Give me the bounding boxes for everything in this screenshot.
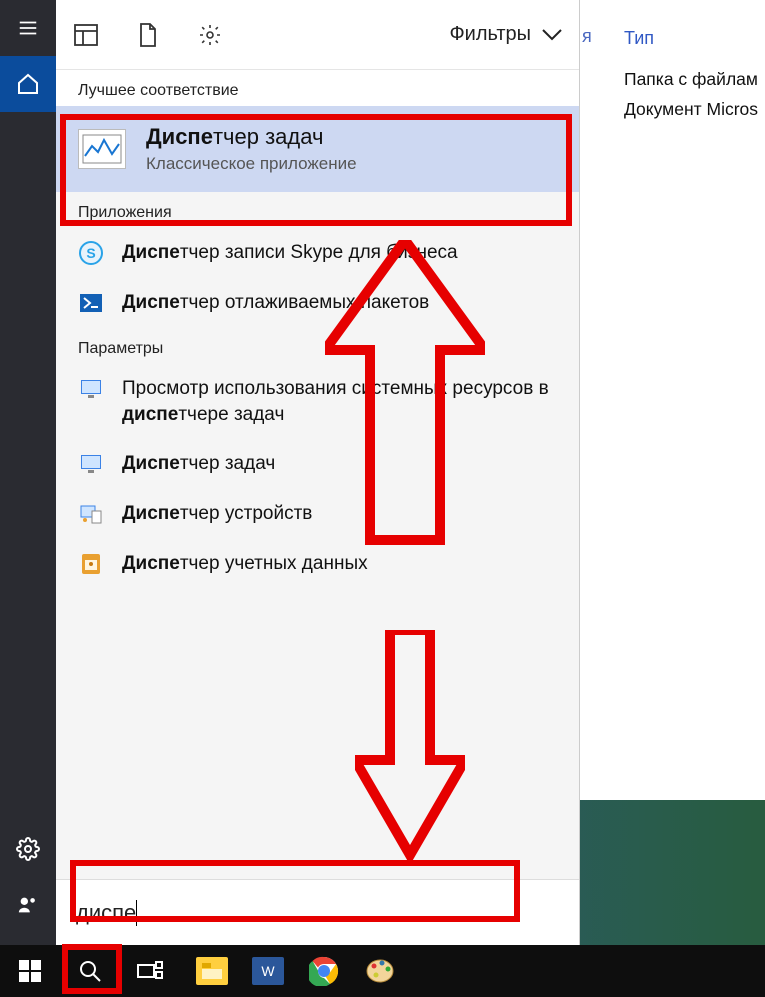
settings-result[interactable]: Просмотр использования системных ресурсо… [56, 364, 579, 439]
best-match-header: Лучшее соответствие [56, 70, 579, 106]
explorer-row[interactable]: Документ Micros [624, 94, 758, 124]
rail-menu-button[interactable] [0, 0, 56, 56]
search-button[interactable] [60, 945, 120, 997]
filters-dropdown[interactable]: Фильтры [449, 23, 563, 46]
search-box[interactable]: диспе [56, 879, 579, 945]
settings-result[interactable]: Диспетчер учетных данных [56, 539, 579, 589]
taskbar-app-chrome[interactable] [296, 945, 352, 997]
best-match-text: Диспетчер задач Классическое приложение [146, 124, 357, 174]
monitor-icon [78, 451, 104, 477]
taskbar-app-paint[interactable] [352, 945, 408, 997]
start-button[interactable] [0, 945, 60, 997]
search-rail [0, 0, 56, 945]
rail-feedback-button[interactable] [0, 877, 56, 933]
panel-settings-icon[interactable] [196, 21, 224, 49]
taskbar-app-explorer[interactable] [184, 945, 240, 997]
explorer-row[interactable]: Папка с файлам [624, 64, 758, 94]
panel-apps-icon[interactable] [72, 21, 100, 49]
skype-icon: S [78, 240, 104, 266]
settings-result[interactable]: Диспетчер устройств [56, 489, 579, 539]
search-panel: Фильтры Лучшее соответствие Диспетчер за… [56, 0, 580, 945]
rail-settings-button[interactable] [0, 821, 56, 877]
explorer-column-type[interactable]: Тип [624, 28, 654, 49]
settings-header: Параметры [56, 328, 579, 364]
credentials-icon [78, 551, 104, 577]
task-manager-icon [78, 129, 126, 169]
svg-text:S: S [86, 245, 95, 261]
explorer-file-rows[interactable]: Папка с файлам Документ Micros [624, 64, 758, 124]
best-match-result[interactable]: Диспетчер задач Классическое приложение [56, 106, 579, 192]
chevron-down-icon [541, 28, 563, 42]
hanging-column-letter: я [582, 26, 592, 47]
devices-icon [78, 501, 104, 527]
search-panel-top: Фильтры [56, 0, 579, 70]
powershell-icon [78, 290, 104, 316]
task-view-button[interactable] [120, 945, 180, 997]
taskbar: W [0, 945, 765, 997]
filters-label: Фильтры [449, 23, 531, 46]
apps-header: Приложения [56, 192, 579, 228]
taskbar-app-word[interactable]: W [240, 945, 296, 997]
panel-documents-icon[interactable] [134, 21, 162, 49]
monitor-icon [78, 376, 104, 402]
app-result[interactable]: Диспетчер отлаживаемых пакетов [56, 278, 579, 328]
app-result[interactable]: S Диспетчер записи Skype для бизнеса [56, 228, 579, 278]
settings-result-list: Просмотр использования системных ресурсо… [56, 364, 579, 589]
apps-result-list: S Диспетчер записи Skype для бизнеса Дис… [56, 228, 579, 328]
settings-result[interactable]: Диспетчер задач [56, 439, 579, 489]
rail-home-button[interactable] [0, 56, 56, 112]
